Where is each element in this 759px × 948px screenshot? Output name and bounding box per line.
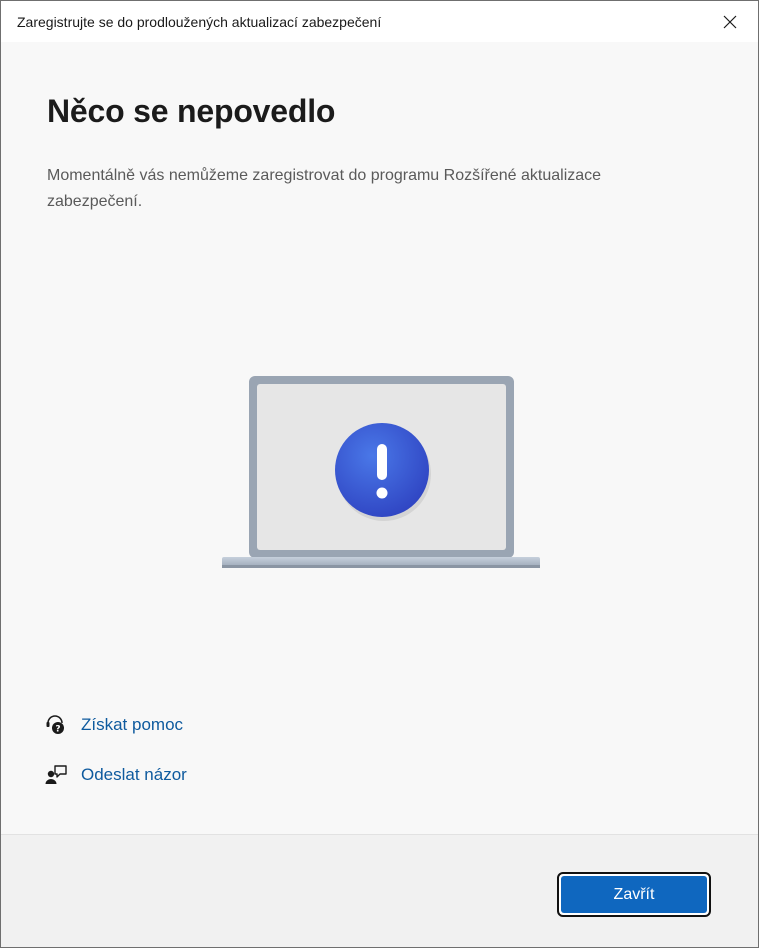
get-help-link[interactable]: ? Získat pomoc bbox=[45, 714, 183, 736]
laptop-error-icon bbox=[222, 376, 542, 571]
window-title: Zaregistrujte se do prodloužených aktual… bbox=[17, 13, 382, 30]
help-chat-icon: ? bbox=[45, 714, 67, 736]
send-feedback-link[interactable]: Odeslat názor bbox=[45, 764, 187, 786]
close-button-label: Zavřít bbox=[561, 876, 707, 913]
send-feedback-label: Odeslat názor bbox=[81, 765, 187, 784]
svg-text:?: ? bbox=[55, 725, 60, 735]
get-help-label: Získat pomoc bbox=[81, 715, 184, 734]
dialog-content: Něco se nepovedlo Momentálně vás nemůžem… bbox=[1, 42, 758, 834]
close-icon bbox=[723, 15, 737, 28]
error-description: Momentálně vás nemůžeme zaregistrovat do… bbox=[47, 167, 602, 210]
feedback-person-icon bbox=[45, 764, 67, 786]
page-title: Něco se nepovedlo bbox=[47, 93, 336, 129]
close-button[interactable]: Zavřít bbox=[557, 872, 711, 917]
title-bar: Zaregistrujte se do prodloužených aktual… bbox=[1, 1, 758, 42]
window-close-button[interactable] bbox=[702, 1, 758, 42]
dialog-window: Zaregistrujte se do prodloužených aktual… bbox=[0, 0, 759, 948]
dialog-footer: Zavřít bbox=[1, 834, 758, 947]
